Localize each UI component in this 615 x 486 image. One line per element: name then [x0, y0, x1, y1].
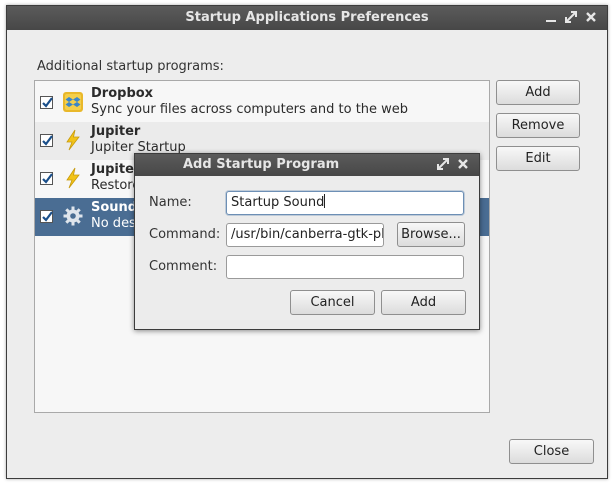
maximize-icon[interactable]	[563, 9, 579, 25]
dropbox-icon	[62, 91, 84, 113]
program-description: Restore	[91, 178, 141, 193]
section-label: Additional startup programs:	[37, 59, 224, 74]
enabled-checkbox[interactable]	[40, 96, 53, 109]
command-field[interactable]: /usr/bin/canberra-gtk-pla	[226, 223, 384, 247]
program-description: Sync your files across computers and to …	[91, 102, 409, 117]
enabled-checkbox[interactable]	[40, 210, 53, 223]
add-button[interactable]: Add	[496, 80, 580, 105]
add-startup-program-dialog: Add Startup Program Name: Startup Sound …	[134, 153, 480, 330]
enabled-checkbox[interactable]	[40, 172, 53, 185]
comment-field[interactable]	[226, 255, 464, 279]
program-name: Jupiter	[91, 124, 141, 139]
program-name: Dropbox	[91, 86, 154, 101]
list-item[interactable]: Dropbox Sync your files across computers…	[35, 84, 489, 122]
lightning-icon	[62, 167, 84, 189]
dialog-title: Add Startup Program	[183, 157, 340, 172]
remove-button[interactable]: Remove	[496, 113, 580, 138]
enabled-checkbox[interactable]	[40, 134, 53, 147]
program-name: Jupiter	[91, 162, 141, 177]
gear-icon	[62, 205, 84, 227]
text-cursor	[324, 194, 326, 208]
dialog-titlebar[interactable]: Add Startup Program	[135, 154, 479, 176]
browse-button[interactable]: Browse...	[397, 222, 465, 247]
cancel-button[interactable]: Cancel	[290, 290, 375, 315]
window-controls	[543, 9, 599, 25]
minimize-icon[interactable]	[543, 9, 559, 25]
dialog-controls	[435, 156, 471, 172]
name-label: Name:	[149, 195, 192, 210]
window-title: Startup Applications Preferences	[185, 10, 429, 25]
name-value: Startup Sound	[231, 195, 325, 210]
comment-label: Comment:	[149, 259, 218, 274]
dialog-add-button[interactable]: Add	[381, 290, 466, 315]
program-name: Sound	[91, 200, 138, 215]
name-field[interactable]: Startup Sound	[226, 191, 464, 215]
command-label: Command:	[149, 227, 221, 242]
lightning-icon	[62, 129, 84, 151]
close-button[interactable]: Close	[509, 439, 594, 464]
close-icon[interactable]	[583, 9, 599, 25]
window-titlebar[interactable]: Startup Applications Preferences	[7, 6, 607, 30]
edit-button[interactable]: Edit	[496, 146, 580, 171]
maximize-icon[interactable]	[435, 156, 451, 172]
close-icon[interactable]	[455, 156, 471, 172]
